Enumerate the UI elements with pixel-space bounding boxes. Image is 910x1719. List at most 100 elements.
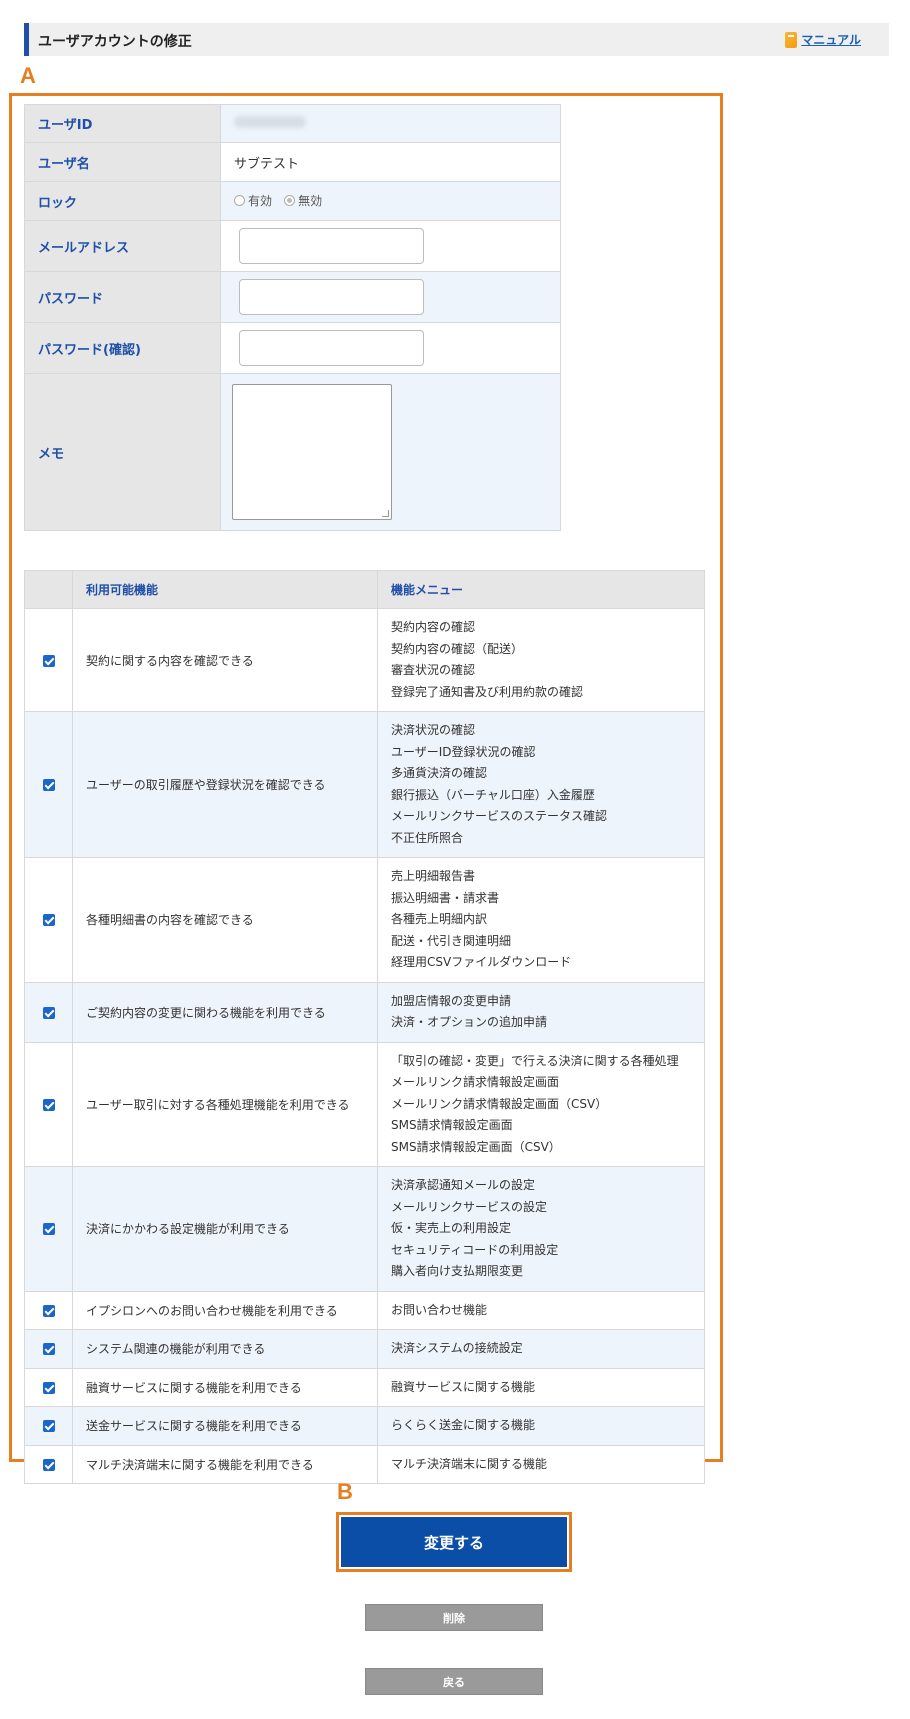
submit-change-button[interactable]: 変更する <box>341 1517 567 1567</box>
function-row: 送金サービスに関する機能を利用できる らくらく送金に関する機能 <box>24 1406 705 1446</box>
email-cell <box>220 220 561 272</box>
function-feature: ユーザーの取引履歴や登録状況を確認できる <box>72 711 378 858</box>
function-menu-item: 「取引の確認・変更」で行える決済に関する各種処理 <box>391 1053 679 1068</box>
header-feature: 利用可能機能 <box>72 570 378 609</box>
function-checkbox[interactable] <box>42 1420 55 1433</box>
header-menu: 機能メニュー <box>377 570 705 609</box>
function-checkbox-cell <box>24 1166 73 1292</box>
function-checkbox-cell <box>24 711 73 858</box>
function-checkbox-cell <box>24 857 73 983</box>
function-menu-item: 登録完了通知書及び利用約款の確認 <box>391 684 584 699</box>
function-menu-cell: 売上明細報告書 振込明細書・請求書 各種売上明細内訳 配送・代引き関連明細 経理用CSV… <box>377 857 705 983</box>
manual-link[interactable]: マニュアル <box>801 31 861 48</box>
function-menu-cell: マルチ決済端末に関する機能 <box>377 1444 705 1484</box>
password-confirm-cell <box>220 322 561 374</box>
function-menu-cell: 「取引の確認・変更」で行える決済に関する各種処理 メールリンク請求情報設定画面 メー… <box>377 1041 705 1167</box>
memo-cell <box>220 373 561 531</box>
function-checkbox-cell <box>24 981 73 1043</box>
lock-option-disabled-label: 無効 <box>298 194 323 208</box>
user-name-value: サブテスト <box>220 142 561 182</box>
lock-radio-enabled[interactable]: 有効 <box>234 192 272 209</box>
function-checkbox-cell <box>24 1329 73 1369</box>
function-row: ユーザーの取引履歴や登録状況を確認できる 決済状況の確認ユーザーID登録状況の確認… <box>24 711 705 858</box>
function-table-body: 契約に関する内容を確認できる 契約内容の確認 契約内容の確認（配送） 審査状況の確認登… <box>24 608 705 1484</box>
function-checkbox-cell <box>24 1290 73 1330</box>
function-menu-item: 決済承認通知メールの設定 <box>391 1178 536 1192</box>
function-menu-item: お問い合わせ機能 <box>391 1302 488 1317</box>
password-confirm-field[interactable] <box>239 330 424 366</box>
function-row: ユーザー取引に対する各種処理機能を利用できる 「取引の確認・変更」で行える決済に関… <box>24 1041 705 1167</box>
function-menu-item: 審査状況の確認 <box>391 663 476 677</box>
function-menu-cell: 加盟店情報の変更申請 決済・オプションの追加申請 <box>377 981 705 1043</box>
function-menu-cell: 決済システムの接続設定 <box>377 1329 705 1369</box>
function-checkbox[interactable] <box>42 1304 55 1317</box>
function-checkbox[interactable] <box>42 1458 55 1471</box>
form-row-email: メールアドレス <box>24 220 561 272</box>
function-feature: システム関連の機能が利用できる <box>72 1329 378 1369</box>
user-id-value <box>220 104 561 143</box>
lock-radio-disabled[interactable]: 無効 <box>284 192 322 209</box>
function-menu-item: 振込明細書・請求書 <box>391 890 500 905</box>
memo-textarea[interactable] <box>232 384 392 520</box>
form-row-lock: ロック 有効 無効 <box>24 181 561 221</box>
function-checkbox[interactable] <box>42 1381 55 1394</box>
user-name-label: ユーザ名 <box>24 142 221 182</box>
function-table-header: 利用可能機能 機能メニュー <box>24 570 705 609</box>
lock-label: ロック <box>24 181 221 221</box>
function-checkbox-cell <box>24 1041 73 1167</box>
annotation-marker-a: A <box>20 63 36 88</box>
function-row: 決済にかかわる設定機能が利用できる 決済承認通知メールの設定 メールリンクサービスの… <box>24 1166 705 1292</box>
function-menu-item: 契約内容の確認（配送） <box>391 641 524 656</box>
form-row-memo: メモ <box>24 373 561 531</box>
function-feature: マルチ決済端末に関する機能を利用できる <box>72 1444 378 1484</box>
function-checkbox[interactable] <box>42 1343 55 1356</box>
form-row-user-id: ユーザID <box>24 104 561 143</box>
function-feature: 契約に関する内容を確認できる <box>72 608 378 712</box>
back-button[interactable]: 戻る <box>365 1668 543 1695</box>
function-menu-item: SMS請求情報設定画面（CSV） <box>391 1139 561 1154</box>
page-header: ユーザアカウントの修正 マニュアル <box>24 23 889 56</box>
email-label: メールアドレス <box>24 220 221 272</box>
function-feature: 融資サービスに関する機能を利用できる <box>72 1367 378 1407</box>
function-menu-cell: 融資サービスに関する機能 <box>377 1367 705 1407</box>
memo-label: メモ <box>24 373 221 531</box>
password-confirm-label: パスワード(確認) <box>24 322 221 374</box>
password-field[interactable] <box>239 279 424 315</box>
lock-option-enabled-label: 有効 <box>248 194 273 208</box>
function-menu-item: メールリンクサービスの設定 <box>391 1199 548 1214</box>
account-form-table: ユーザID ユーザ名 サブテスト ロック 有効 無効 メールアドレス パスワード… <box>24 104 561 531</box>
function-menu-item: 決済システムの接続設定 <box>391 1341 523 1355</box>
function-feature: 各種明細書の内容を確認できる <box>72 857 378 983</box>
function-feature: ご契約内容の変更に関わる機能を利用できる <box>72 981 378 1043</box>
function-menu-item: ユーザーID登録状況の確認 <box>391 744 536 759</box>
function-menu-item: 決済・オプションの追加申請 <box>391 1015 548 1029</box>
user-id-label: ユーザID <box>24 104 221 143</box>
function-menu-item: らくらく送金に関する機能 <box>391 1418 536 1432</box>
manual-link-group[interactable]: マニュアル <box>785 31 861 48</box>
email-field[interactable] <box>239 228 424 264</box>
function-menu-item: 決済状況の確認 <box>391 723 476 737</box>
function-checkbox-cell <box>24 608 73 712</box>
function-checkbox[interactable] <box>42 1006 55 1019</box>
function-feature: 送金サービスに関する機能を利用できる <box>72 1406 378 1446</box>
radio-icon <box>234 195 245 206</box>
delete-button[interactable]: 削除 <box>365 1604 543 1631</box>
function-checkbox[interactable] <box>42 654 55 667</box>
function-checkbox-cell <box>24 1367 73 1407</box>
function-menu-item: SMS請求情報設定画面 <box>391 1118 513 1132</box>
function-menu-item: 仮・実売上の利用設定 <box>391 1221 512 1235</box>
annotation-marker-b: B <box>337 1479 353 1504</box>
function-checkbox[interactable] <box>42 1223 55 1236</box>
function-checkbox[interactable] <box>42 779 55 791</box>
function-checkbox[interactable] <box>42 1098 55 1111</box>
function-checkbox[interactable] <box>42 914 55 927</box>
password-cell <box>220 271 561 323</box>
function-menu-item: セキュリティコードの利用設定 <box>391 1242 559 1257</box>
function-row: 契約に関する内容を確認できる 契約内容の確認 契約内容の確認（配送） 審査状況の確認登… <box>24 608 705 712</box>
function-menu-item: 不正住所照合 <box>391 830 464 845</box>
manual-book-icon <box>785 31 798 48</box>
function-menu-cell: お問い合わせ機能 <box>377 1290 705 1330</box>
user-id-masked <box>234 115 306 128</box>
page-title: ユーザアカウントの修正 <box>38 34 192 50</box>
form-row-user-name: ユーザ名 サブテスト <box>24 142 561 182</box>
